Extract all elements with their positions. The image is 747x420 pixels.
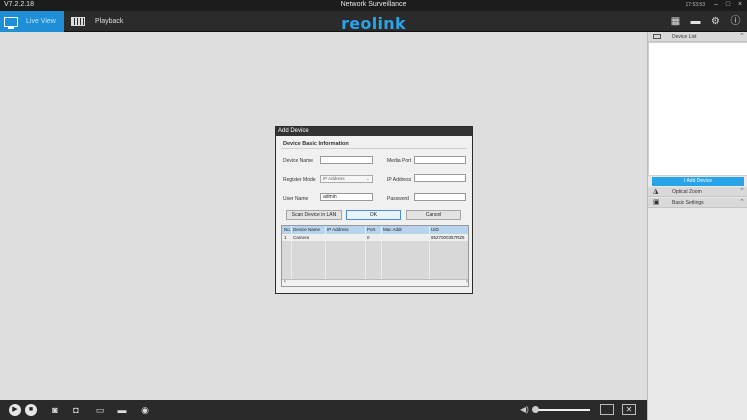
nav-icons: ▦ ▬ ⚙ ⓘ: [670, 16, 741, 27]
col-uid: UID: [431, 227, 439, 232]
user-name-input[interactable]: [320, 193, 373, 201]
column-divider: [381, 226, 382, 280]
register-mode-label: Register Mode: [283, 177, 316, 183]
window-title: Network Surveillance: [340, 1, 407, 8]
volume-icon[interactable]: ◀): [520, 405, 529, 414]
add-device-button[interactable]: I Add Device: [652, 177, 744, 186]
col-device-name: Device Name: [293, 227, 321, 232]
nav-bar: Live View Playback reolink ▦ ▬ ⚙ ⓘ: [0, 11, 747, 33]
bottom-toolbar: ▶ ■ ◙ ◘ ▭ ▬ ◉ ◀) ✕: [0, 400, 647, 420]
scroll-right-icon[interactable]: ›: [466, 279, 468, 285]
eye-icon[interactable]: ◉: [138, 404, 152, 416]
snapshot-icon[interactable]: ◙: [48, 404, 62, 416]
volume-slider[interactable]: [534, 409, 590, 411]
cancel-button[interactable]: Cancel: [406, 210, 461, 220]
layout-grid-icon[interactable]: ▦: [670, 16, 681, 27]
chevron-up-icon: ⌃: [739, 33, 745, 40]
device-name-input[interactable]: [320, 156, 373, 164]
cell-no: 1: [284, 235, 287, 240]
play-icon[interactable]: ▶: [9, 404, 21, 416]
title-bar: V7.2.2.18 Network Surveillance 17:53:53 …: [0, 0, 747, 11]
device-list-header[interactable]: Device List ⌃: [648, 32, 747, 42]
table-horizontal-scrollbar[interactable]: ‹ ›: [282, 279, 468, 286]
chevron-down-icon: ⌄: [365, 176, 370, 182]
stream-icon[interactable]: ▭: [93, 404, 107, 416]
maximize-icon[interactable]: □: [724, 1, 732, 9]
column-divider: [429, 226, 430, 280]
close-all-icon[interactable]: ✕: [622, 404, 636, 415]
col-mac-addr: Mac Addr: [383, 227, 403, 232]
settings-icon: ▣: [653, 199, 660, 206]
ip-address-label: IP Address: [387, 177, 412, 183]
media-port-label: Media Port: [387, 158, 412, 164]
section-title: Device Basic Information: [283, 141, 349, 147]
chevron-up-icon: ⌃: [739, 188, 745, 195]
stop-icon[interactable]: ■: [25, 404, 37, 416]
basic-settings-header[interactable]: ▣ Basic Settings ⌃: [648, 198, 747, 208]
column-divider: [291, 226, 292, 280]
cell-port: 0: [367, 235, 370, 240]
right-panel: Device List ⌃ I Add Device ◮ Optical Zoo…: [647, 32, 747, 420]
device-list-label: Device List: [672, 34, 697, 40]
cell-device-name: Camera: [293, 235, 310, 240]
volume-slider-handle[interactable]: [532, 406, 539, 413]
add-device-dialog: Add Device Device Basic Information Devi…: [275, 126, 473, 294]
column-divider: [365, 226, 366, 280]
password-label: Password: [387, 196, 409, 202]
device-list-icon: [653, 34, 661, 39]
fullscreen-stream-icon[interactable]: ▬: [115, 404, 129, 416]
col-port: Port: [367, 227, 376, 232]
optical-zoom-header[interactable]: ◮ Optical Zoom ⌃: [648, 187, 747, 197]
password-input[interactable]: [414, 193, 466, 201]
scan-device-button[interactable]: Scan Device in LAN: [286, 210, 342, 220]
clock: 17:53:53: [685, 2, 705, 8]
dialog-title: Add Device: [276, 127, 472, 136]
optical-zoom-label: Optical Zoom: [672, 189, 702, 195]
cell-uid: 9527000357RZ6: [431, 235, 465, 240]
column-divider: [325, 226, 326, 280]
gear-icon[interactable]: ⚙: [710, 16, 721, 27]
minimize-icon[interactable]: –: [712, 1, 720, 9]
device-table: No. Device Name IP Address Port Mac Addr…: [281, 225, 469, 287]
device-list[interactable]: [648, 42, 747, 176]
device-name-label: Device Name: [283, 158, 314, 164]
table-header: No. Device Name IP Address Port Mac Addr…: [282, 226, 468, 234]
window-controls: – □ ×: [712, 1, 744, 9]
record-icon[interactable]: ◘: [69, 404, 83, 416]
ip-address-input[interactable]: [414, 174, 466, 182]
close-icon[interactable]: ×: [736, 1, 744, 9]
media-port-input[interactable]: [414, 156, 466, 164]
basic-settings-label: Basic Settings: [672, 200, 704, 206]
register-mode-value: IP Address: [323, 176, 345, 181]
section-divider: [281, 148, 467, 149]
register-mode-select[interactable]: IP Address ⌄: [320, 175, 373, 183]
display-icon[interactable]: ▬: [690, 16, 701, 27]
scroll-left-icon[interactable]: ‹: [284, 279, 286, 285]
info-icon[interactable]: ⓘ: [730, 16, 741, 27]
col-ip-address: IP Address: [327, 227, 349, 232]
user-name-label: User Name: [283, 196, 309, 202]
zoom-icon: ◮: [653, 188, 659, 195]
add-device-label: Add Device: [686, 178, 713, 184]
chevron-up-icon: ⌃: [739, 199, 745, 206]
ok-button[interactable]: OK: [346, 210, 401, 220]
brand-logo: reolink: [341, 14, 406, 33]
col-no: No.: [284, 227, 292, 232]
single-view-icon[interactable]: [600, 404, 614, 415]
